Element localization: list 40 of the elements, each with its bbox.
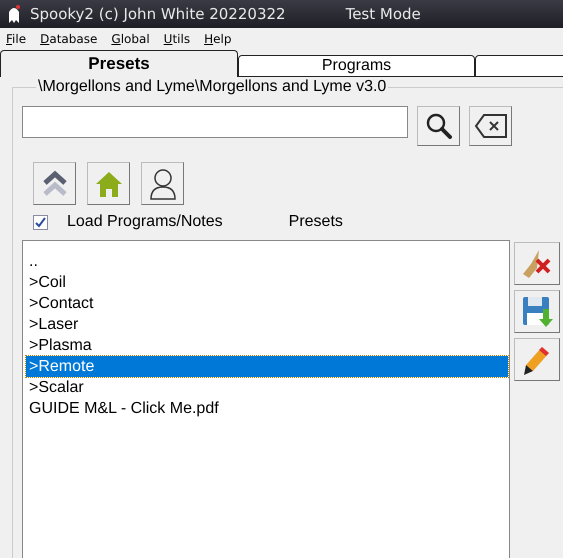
tab[interactable] <box>475 55 563 77</box>
list-item[interactable]: >Coil <box>26 272 508 293</box>
tab[interactable]: Programs <box>238 55 475 77</box>
checkbox-label: Load Programs/Notes <box>67 213 223 231</box>
up-button[interactable] <box>33 162 76 205</box>
home-icon <box>94 170 122 198</box>
floppy-disk-icon <box>521 294 553 328</box>
person-icon <box>148 168 178 200</box>
search-field[interactable] <box>22 106 408 138</box>
save-button[interactable] <box>514 290 560 333</box>
user-button[interactable] <box>141 162 184 205</box>
menu-item[interactable]: Utils <box>164 32 190 46</box>
menu-item[interactable]: Global <box>111 32 150 46</box>
menu-item[interactable]: Database <box>40 32 98 46</box>
search-icon <box>424 112 452 140</box>
window-title: Spooky2 (c) John White 20220322 <box>30 5 286 23</box>
list-item[interactable]: GUIDE M&L - Click Me.pdf <box>26 398 508 419</box>
ghost-icon <box>6 4 22 24</box>
clear-button[interactable] <box>469 106 512 146</box>
presets-list[interactable]: .. >Coil >Contact >Laser >Plasma >Remote >Scalar GUIDE M&L - Click Me.pdf <box>22 240 510 558</box>
menu-item[interactable]: Help <box>204 32 232 46</box>
checkbox[interactable] <box>33 214 48 230</box>
list-item[interactable]: .. <box>26 251 508 272</box>
list-item[interactable]: >Remote <box>26 356 508 377</box>
search-button[interactable] <box>417 106 460 146</box>
backspace-icon <box>474 113 508 139</box>
tab[interactable]: Presets <box>0 50 238 77</box>
menu-item[interactable]: File <box>6 32 26 46</box>
home-button[interactable] <box>87 162 130 205</box>
edit-button[interactable] <box>514 338 560 381</box>
list-item[interactable]: >Plasma <box>26 335 508 356</box>
mode-label: Test Mode <box>346 5 421 23</box>
list-item[interactable]: >Contact <box>26 293 508 314</box>
folder-path: \Morgellons and Lyme\Morgellons and Lyme v3.0 <box>36 78 388 96</box>
list-title: Presets <box>288 213 343 231</box>
list-item[interactable]: >Scalar <box>26 377 508 398</box>
list-item[interactable]: >Laser <box>26 314 508 335</box>
clear-list-button[interactable] <box>514 242 560 285</box>
broom-cross-icon <box>521 248 553 280</box>
double-chevron-up-icon <box>42 170 68 198</box>
